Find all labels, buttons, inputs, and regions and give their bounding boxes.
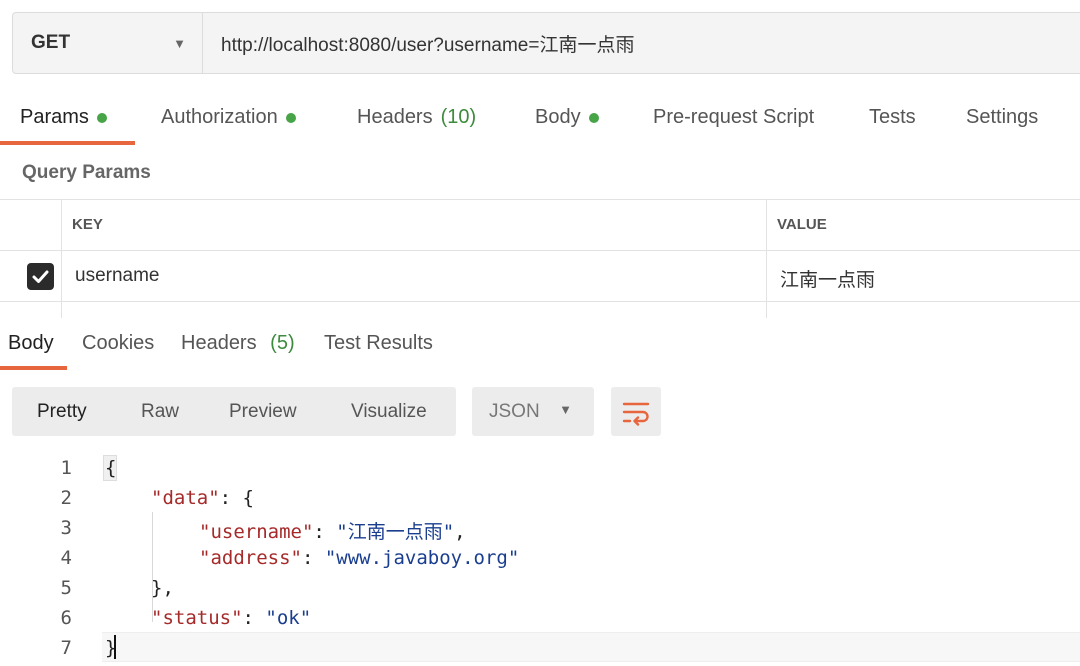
tab-pre-request-script[interactable]: Pre-request Script <box>653 106 814 129</box>
line-number: 2 <box>60 487 72 509</box>
json-key: "username" <box>199 521 314 543</box>
tab-settings[interactable]: Settings <box>966 106 1038 129</box>
current-line-highlight <box>102 632 1080 662</box>
param-enabled-checkbox[interactable] <box>27 263 54 290</box>
tab-label: Authorization <box>161 106 278 128</box>
response-tab-cookies[interactable]: Cookies <box>82 332 154 355</box>
line-number: 3 <box>60 517 72 539</box>
format-label: JSON <box>489 400 540 422</box>
json-string: "ok" <box>265 607 312 629</box>
wrap-text-icon <box>622 402 650 426</box>
code-token: : <box>313 521 337 543</box>
value-column-header: VALUE <box>777 216 827 233</box>
method-label: GET <box>31 32 71 53</box>
line-number: 7 <box>60 637 72 659</box>
view-pretty-button[interactable]: Pretty <box>37 401 87 423</box>
tab-count: (5) <box>270 332 295 354</box>
line-number: 4 <box>60 547 72 569</box>
code-line: { <box>105 457 116 479</box>
tab-tests[interactable]: Tests <box>869 106 916 129</box>
param-value-cell[interactable]: 江南一点雨 <box>780 265 875 292</box>
table-row: username 江南一点雨 <box>0 251 1080 302</box>
code-token: : <box>301 547 325 569</box>
query-params-title: Query Params <box>22 162 151 183</box>
tab-params[interactable]: Params <box>20 106 107 129</box>
response-tab-test-results[interactable]: Test Results <box>324 332 433 355</box>
code-token: { <box>105 457 117 479</box>
text-cursor <box>114 635 116 659</box>
status-dot <box>96 112 107 123</box>
view-visualize-button[interactable]: Visualize <box>351 401 427 423</box>
chevron-down-icon: ▼ <box>559 402 572 417</box>
view-raw-button[interactable]: Raw <box>141 401 179 423</box>
key-column-header: KEY <box>72 216 103 233</box>
method-select[interactable]: GET ▼ <box>13 13 203 73</box>
line-number: 1 <box>60 457 72 479</box>
chevron-down-icon: ▼ <box>173 35 186 51</box>
code-line: }, <box>151 577 174 599</box>
tab-label: Tests <box>869 106 916 128</box>
indent-guide <box>152 512 153 622</box>
tab-label: Body <box>535 106 581 128</box>
status-dot <box>588 112 599 123</box>
params-table: KEY VALUE username 江南一点雨 <box>0 199 1080 318</box>
request-tabs: Params Authorization Headers (10) Body Pr… <box>0 100 1080 146</box>
code-token: : { <box>219 487 254 509</box>
json-string: "www.javaboy.org" <box>324 547 520 569</box>
tab-body[interactable]: Body <box>535 106 599 129</box>
line-number: 6 <box>60 607 72 629</box>
code-line: "address": "www.javaboy.org" <box>199 547 519 569</box>
line-number: 5 <box>60 577 72 599</box>
active-tab-indicator <box>0 141 135 145</box>
response-body-editor[interactable]: 1 2 3 4 5 6 7 { "data": { "username": "江… <box>0 452 1080 666</box>
tab-headers[interactable]: Headers (10) <box>357 106 476 129</box>
url-input[interactable]: http://localhost:8080/user?username=江南一点… <box>203 13 1080 73</box>
code-token: }, <box>151 577 174 599</box>
param-key-cell[interactable]: username <box>75 265 160 287</box>
json-key: "data" <box>151 487 220 509</box>
checkmark-icon <box>32 270 49 283</box>
code-token: : <box>242 607 266 629</box>
tab-label: Params <box>20 106 89 128</box>
response-tab-headers[interactable]: Headers (5) <box>181 332 295 355</box>
status-dot <box>285 112 296 123</box>
view-preview-button[interactable]: Preview <box>229 401 297 423</box>
json-key: "status" <box>151 607 243 629</box>
code-line: "data": { <box>151 487 254 509</box>
code-token: , <box>454 521 466 543</box>
tab-label: Headers <box>357 106 433 128</box>
active-tab-indicator <box>0 366 67 370</box>
response-tab-body[interactable]: Body <box>8 332 54 355</box>
code-line: "status": "ok" <box>151 607 311 629</box>
view-mode-toolbar: Pretty Raw Preview Visualize <box>12 387 456 436</box>
json-key: "address" <box>199 547 302 569</box>
format-select[interactable]: JSON ▼ <box>472 387 594 436</box>
tab-label: Headers <box>181 332 257 354</box>
tab-count: (10) <box>440 106 477 128</box>
json-string: "江南一点雨" <box>336 521 455 543</box>
code-line: "username": "江南一点雨", <box>199 517 466 544</box>
tab-label: Settings <box>966 106 1039 128</box>
table-header-row: KEY VALUE <box>0 200 1080 251</box>
request-url-bar: GET ▼ http://localhost:8080/user?usernam… <box>12 12 1080 74</box>
tab-authorization[interactable]: Authorization <box>161 106 296 129</box>
tab-label: Pre-request Script <box>653 106 815 128</box>
wrap-lines-button[interactable] <box>611 387 661 436</box>
